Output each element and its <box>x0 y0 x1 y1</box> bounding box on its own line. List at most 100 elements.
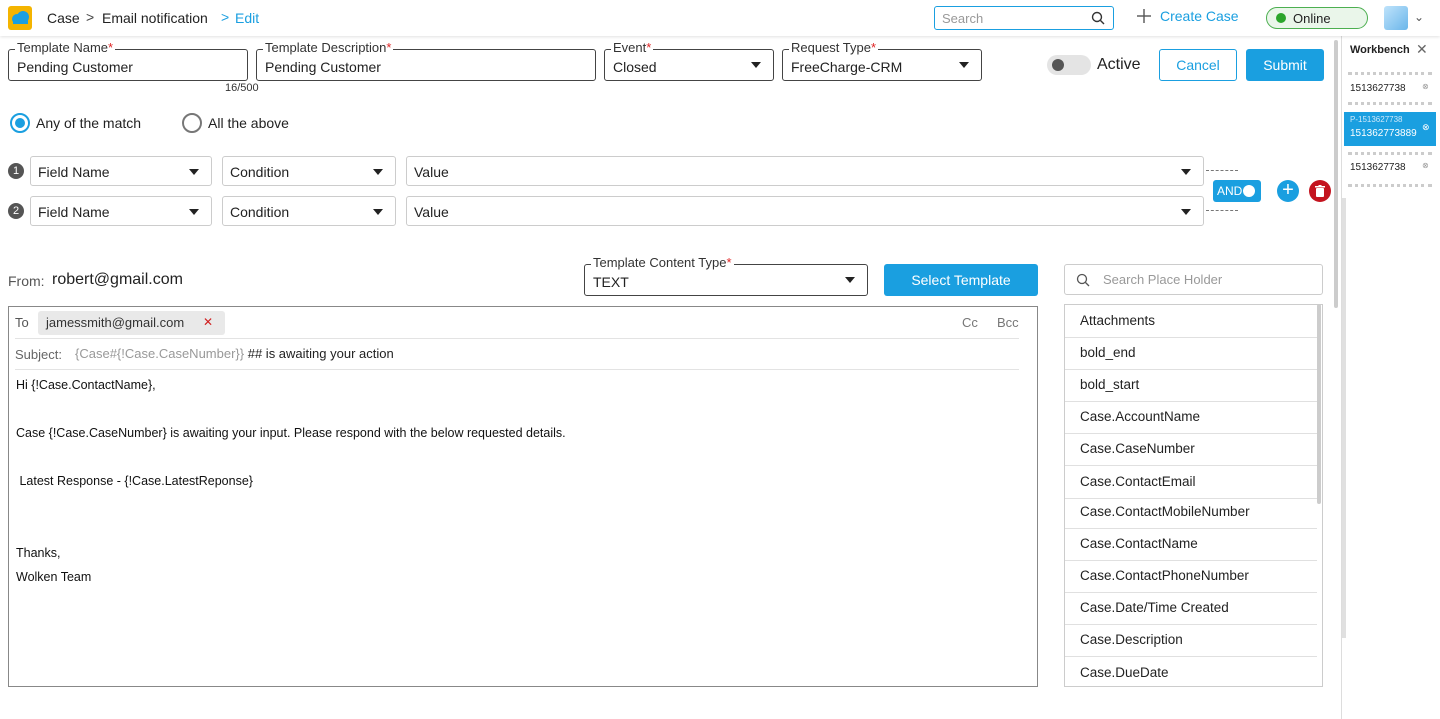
content-type-value: TEXT <box>593 274 629 290</box>
breadcrumb-separator: > <box>221 9 230 25</box>
condition-select[interactable]: Condition <box>222 196 396 226</box>
radio-all-above[interactable] <box>182 113 202 133</box>
delete-condition-button[interactable] <box>1309 180 1331 202</box>
active-toggle[interactable] <box>1047 55 1091 75</box>
recipient-chip[interactable]: jamessmith@gmail.com ✕ <box>38 311 225 335</box>
to-label: To <box>15 315 29 330</box>
workbench-item[interactable]: 1513627738 <box>1350 83 1406 94</box>
body-line: Latest Response - {!Case.LatestReponse} <box>16 474 253 488</box>
condition-value: Condition <box>230 204 290 220</box>
condition-number: 1 <box>8 163 24 179</box>
cc-button[interactable]: Cc <box>962 315 978 330</box>
radio-any-match[interactable] <box>10 113 30 133</box>
breadcrumb-case[interactable]: Case <box>47 10 80 26</box>
workbench-item[interactable]: 1513627738 <box>1350 162 1406 173</box>
workbench-scrollbar[interactable] <box>1342 198 1346 638</box>
template-name-label: Template Name <box>17 40 109 55</box>
subject-input[interactable]: {Case#{!Case.CaseNumber}} ## is awaiting… <box>75 346 394 361</box>
placeholder-item[interactable]: bold_end <box>1080 345 1136 360</box>
value-select[interactable]: Value <box>406 156 1204 186</box>
divider <box>1065 498 1317 499</box>
close-icon[interactable]: ⊗ <box>1422 122 1430 133</box>
add-condition-button[interactable]: + <box>1277 180 1299 202</box>
template-description-field[interactable]: Template Description* Pending Customer <box>256 41 596 81</box>
workbench-title: Workbench <box>1350 44 1410 56</box>
divider <box>15 338 1019 339</box>
bcc-button[interactable]: Bcc <box>997 315 1019 330</box>
close-icon[interactable]: ⊗ <box>1422 161 1429 170</box>
template-name-field[interactable]: Template Name* Pending Customer <box>8 41 248 81</box>
status-dropdown[interactable]: Online <box>1266 7 1368 29</box>
global-search-input[interactable]: Search <box>934 6 1114 30</box>
caret-down-icon <box>189 169 199 175</box>
divider <box>1348 72 1432 75</box>
placeholder-item[interactable]: Case.DueDate <box>1080 665 1169 680</box>
breadcrumb-email-notification[interactable]: Email notification <box>102 10 208 26</box>
condition-select[interactable]: Condition <box>222 156 396 186</box>
placeholder-item[interactable]: Case.ContactName <box>1080 536 1198 551</box>
divider <box>1065 624 1317 625</box>
divider <box>1065 337 1317 338</box>
placeholder-item[interactable]: Case.CaseNumber <box>1080 441 1195 456</box>
close-icon[interactable]: ⊗ <box>1422 82 1429 91</box>
cancel-button[interactable]: Cancel <box>1159 49 1237 81</box>
and-or-toggle[interactable]: AND <box>1213 180 1261 202</box>
and-label: AND <box>1217 184 1243 198</box>
divider <box>1065 401 1317 402</box>
avatar[interactable] <box>1384 6 1408 30</box>
template-name-value: Pending Customer <box>17 59 133 75</box>
placeholder-item[interactable]: Case.ContactEmail <box>1080 474 1196 489</box>
create-case-button[interactable]: Create Case <box>1136 8 1239 24</box>
main-scrollbar[interactable] <box>1334 40 1338 308</box>
content-type-label: Template Content Type <box>593 255 727 270</box>
placeholder-item[interactable]: Attachments <box>1080 313 1155 328</box>
top-bar: Case > Email notification > Edit Search … <box>0 0 1440 36</box>
field-name-select[interactable]: Field Name <box>30 156 212 186</box>
request-type-select[interactable]: Request Type* FreeCharge-CRM <box>782 41 982 81</box>
divider <box>1065 369 1317 370</box>
close-icon[interactable]: ✕ <box>1416 41 1428 58</box>
submit-button[interactable]: Submit <box>1246 49 1324 81</box>
value-value: Value <box>414 164 449 180</box>
template-description-value: Pending Customer <box>265 59 381 75</box>
workbench-item-sub: P-1513627738 <box>1350 115 1403 124</box>
event-value: Closed <box>613 59 657 75</box>
placeholder-item[interactable]: Case.Description <box>1080 632 1183 647</box>
placeholder-search-input[interactable]: Search Place Holder <box>1064 264 1323 295</box>
status-label: Online <box>1293 11 1331 26</box>
workbench-item-active[interactable]: P-1513627738 151362773889 ⊗ <box>1344 112 1436 146</box>
placeholder-item[interactable]: bold_start <box>1080 377 1139 392</box>
placeholder-scrollbar[interactable] <box>1317 304 1321 504</box>
caret-down-icon <box>751 62 761 68</box>
template-content-type-select[interactable]: Template Content Type* TEXT <box>584 256 868 296</box>
search-icon[interactable] <box>1091 11 1105 25</box>
event-select[interactable]: Event* Closed <box>604 41 774 81</box>
breadcrumb-edit: Edit <box>235 10 260 26</box>
event-label: Event <box>613 40 647 55</box>
placeholder-item[interactable]: Case.Date/Time Created <box>1080 600 1229 615</box>
divider <box>1065 465 1317 466</box>
chevron-down-icon[interactable]: ⌄ <box>1414 10 1424 24</box>
placeholder-item[interactable]: Case.ContactPhoneNumber <box>1080 568 1249 583</box>
divider <box>1065 528 1317 529</box>
recipient-email: jamessmith@gmail.com <box>46 315 185 330</box>
app-logo[interactable] <box>8 6 32 30</box>
condition-number: 2 <box>8 203 24 219</box>
placeholder-list: Attachments bold_end bold_start Case.Acc… <box>1064 304 1323 687</box>
online-status-dot <box>1276 13 1286 23</box>
value-select[interactable]: Value <box>406 196 1204 226</box>
placeholder-item[interactable]: Case.ContactMobileNumber <box>1080 504 1250 519</box>
remove-recipient-icon[interactable]: ✕ <box>203 315 213 329</box>
all-above-label: All the above <box>208 115 289 131</box>
divider <box>1348 102 1432 105</box>
plus-icon: + <box>1282 179 1294 201</box>
placeholder-item[interactable]: Case.AccountName <box>1080 409 1200 424</box>
caret-down-icon <box>845 277 855 283</box>
workbench-item-id: 151362773889 <box>1350 128 1417 139</box>
template-description-label: Template Description <box>265 40 387 55</box>
divider <box>1065 592 1317 593</box>
select-template-button[interactable]: Select Template <box>884 264 1038 296</box>
email-editor[interactable] <box>8 306 1038 687</box>
field-name-select[interactable]: Field Name <box>30 196 212 226</box>
breadcrumb-separator: > <box>86 9 95 25</box>
